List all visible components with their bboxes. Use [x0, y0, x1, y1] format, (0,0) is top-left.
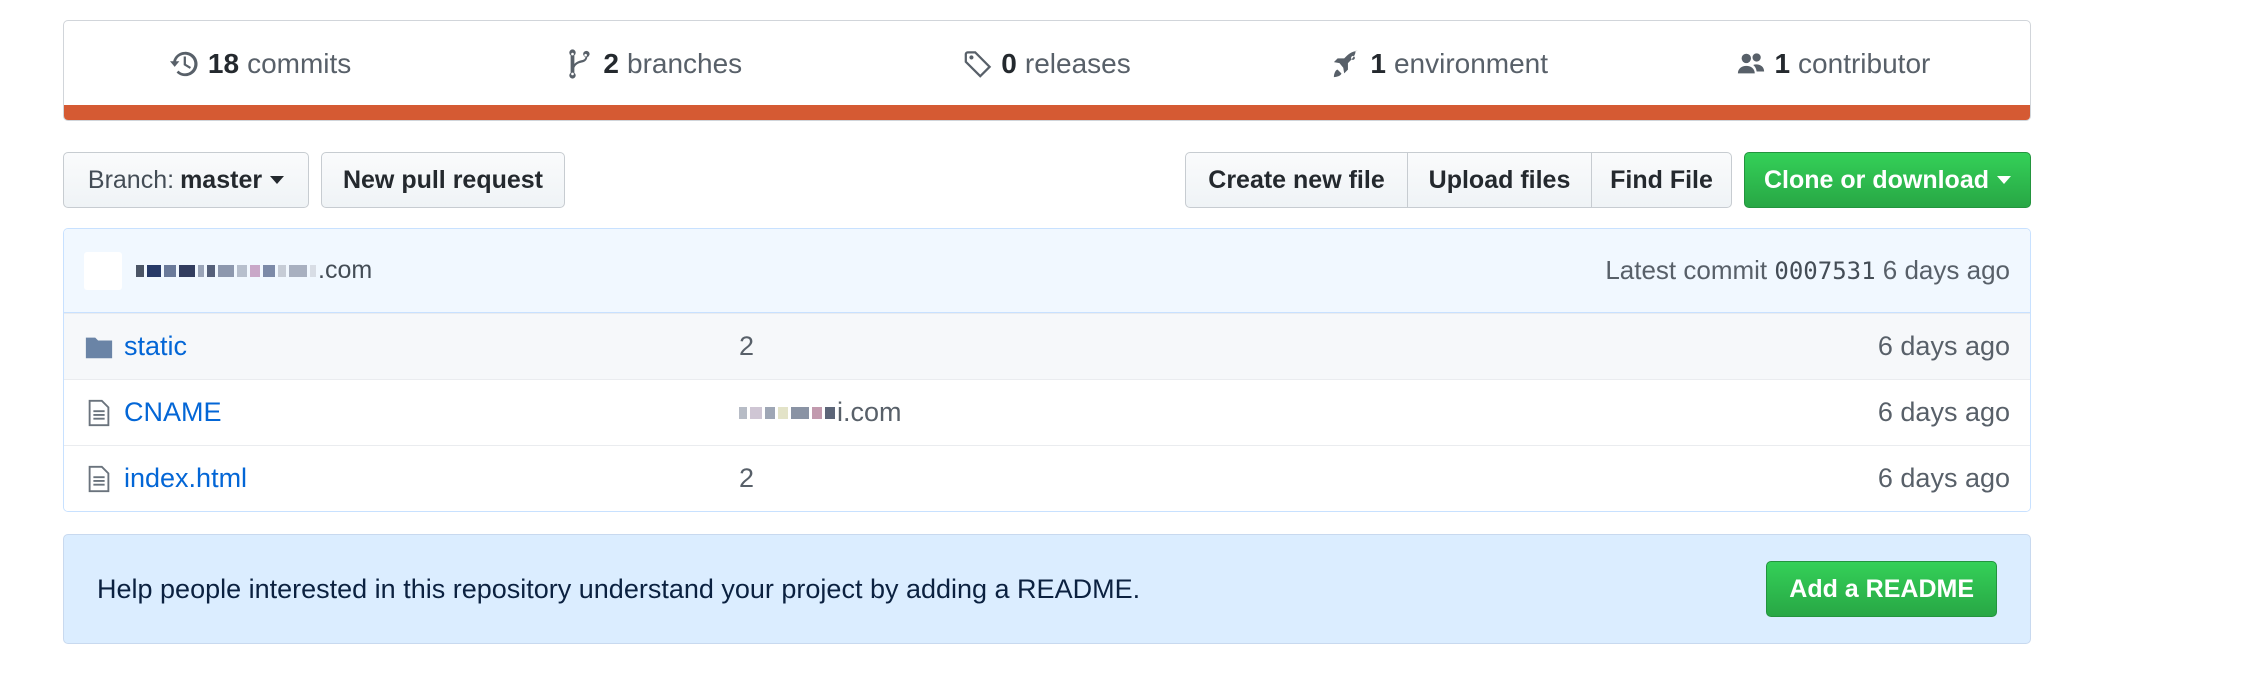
- chevron-down-icon: [1997, 176, 2011, 184]
- create-new-file-button[interactable]: Create new file: [1185, 152, 1408, 208]
- releases-count: 0: [1001, 48, 1017, 79]
- latest-commit-label: Latest commit: [1605, 255, 1768, 285]
- rocket-icon: [1332, 49, 1362, 79]
- contributors-link[interactable]: 1 contributor: [1637, 48, 2030, 80]
- file-commit-message[interactable]: 2: [739, 463, 754, 494]
- file-commit-message-text: i.com: [837, 397, 902, 427]
- contributors-count: 1: [1774, 48, 1791, 79]
- chevron-down-icon: [270, 176, 285, 184]
- upload-files-button[interactable]: Upload files: [1407, 152, 1592, 208]
- git-branch-icon: [565, 49, 595, 79]
- clone-or-download-label: Clone or download: [1764, 165, 1989, 194]
- branch-select-button[interactable]: Branch: master: [63, 152, 309, 208]
- commits-count: 18: [207, 48, 240, 79]
- file-name-link[interactable]: index.html: [124, 463, 739, 494]
- find-file-button[interactable]: Find File: [1591, 152, 1732, 208]
- tag-icon: [963, 49, 993, 79]
- commits-link[interactable]: 18 commits: [64, 48, 457, 80]
- file-age: 6 days ago: [1877, 331, 2010, 361]
- file-name-link[interactable]: static: [124, 331, 739, 362]
- branches-label: branches: [627, 48, 743, 79]
- branch-prefix: Branch:: [87, 165, 175, 194]
- environments-link[interactable]: 1 environment: [1244, 48, 1637, 80]
- file-navigation: Branch: master New pull request Create n…: [63, 152, 2031, 208]
- language-bar[interactable]: [64, 105, 2030, 120]
- branches-link[interactable]: 2 branches: [457, 48, 850, 80]
- folder-icon: [84, 332, 114, 362]
- environment-label: environment: [1393, 48, 1549, 79]
- commit-age: 6 days ago: [1882, 255, 2010, 285]
- releases-link[interactable]: 0 releases: [850, 48, 1243, 80]
- commit-sha-link[interactable]: 0007531: [1774, 257, 1875, 285]
- file-age: 6 days ago: [1877, 463, 2010, 493]
- readme-prompt-text: Help people interested in this repositor…: [97, 573, 1141, 604]
- branches-count: 2: [603, 48, 619, 79]
- file-list: .com Latest commit 0007531 6 days ago st…: [63, 228, 2031, 512]
- environment-count: 1: [1370, 48, 1386, 79]
- readme-prompt: Help people interested in this repositor…: [63, 534, 2031, 644]
- table-row[interactable]: CNAME i.com 6 days ago: [64, 379, 2030, 445]
- file-icon: [84, 464, 114, 494]
- commits-label: commits: [247, 48, 352, 79]
- branch-name: master: [180, 165, 263, 194]
- latest-commit-info: Latest commit 0007531 6 days ago: [1605, 255, 2010, 286]
- redacted-text: [136, 264, 316, 277]
- new-pull-request-button[interactable]: New pull request: [321, 152, 565, 208]
- commit-message[interactable]: .com: [136, 256, 372, 285]
- file-age: 6 days ago: [1877, 397, 2010, 427]
- add-readme-button[interactable]: Add a README: [1766, 561, 1997, 617]
- history-icon: [169, 49, 200, 79]
- people-icon: [1736, 49, 1766, 79]
- file-commit-message[interactable]: 2: [739, 331, 754, 362]
- table-row[interactable]: index.html 2 6 days ago: [64, 445, 2030, 511]
- releases-label: releases: [1024, 48, 1131, 79]
- file-name-link[interactable]: CNAME: [124, 397, 739, 428]
- commit-message-suffix: .com: [318, 256, 373, 284]
- latest-commit-bar: .com Latest commit 0007531 6 days ago: [64, 229, 2030, 313]
- contributors-label: contributor: [1798, 48, 1931, 79]
- repository-overview: 18 commits 2 branches 0 releases 1 envir…: [63, 20, 2031, 644]
- redacted-text: [739, 406, 835, 419]
- file-icon: [84, 398, 114, 428]
- file-commit-message[interactable]: i.com: [739, 397, 902, 428]
- repo-summary: 18 commits 2 branches 0 releases 1 envir…: [63, 20, 2031, 121]
- clone-or-download-button[interactable]: Clone or download: [1744, 152, 2031, 208]
- table-row[interactable]: static 2 6 days ago: [64, 313, 2030, 379]
- avatar[interactable]: [84, 251, 122, 290]
